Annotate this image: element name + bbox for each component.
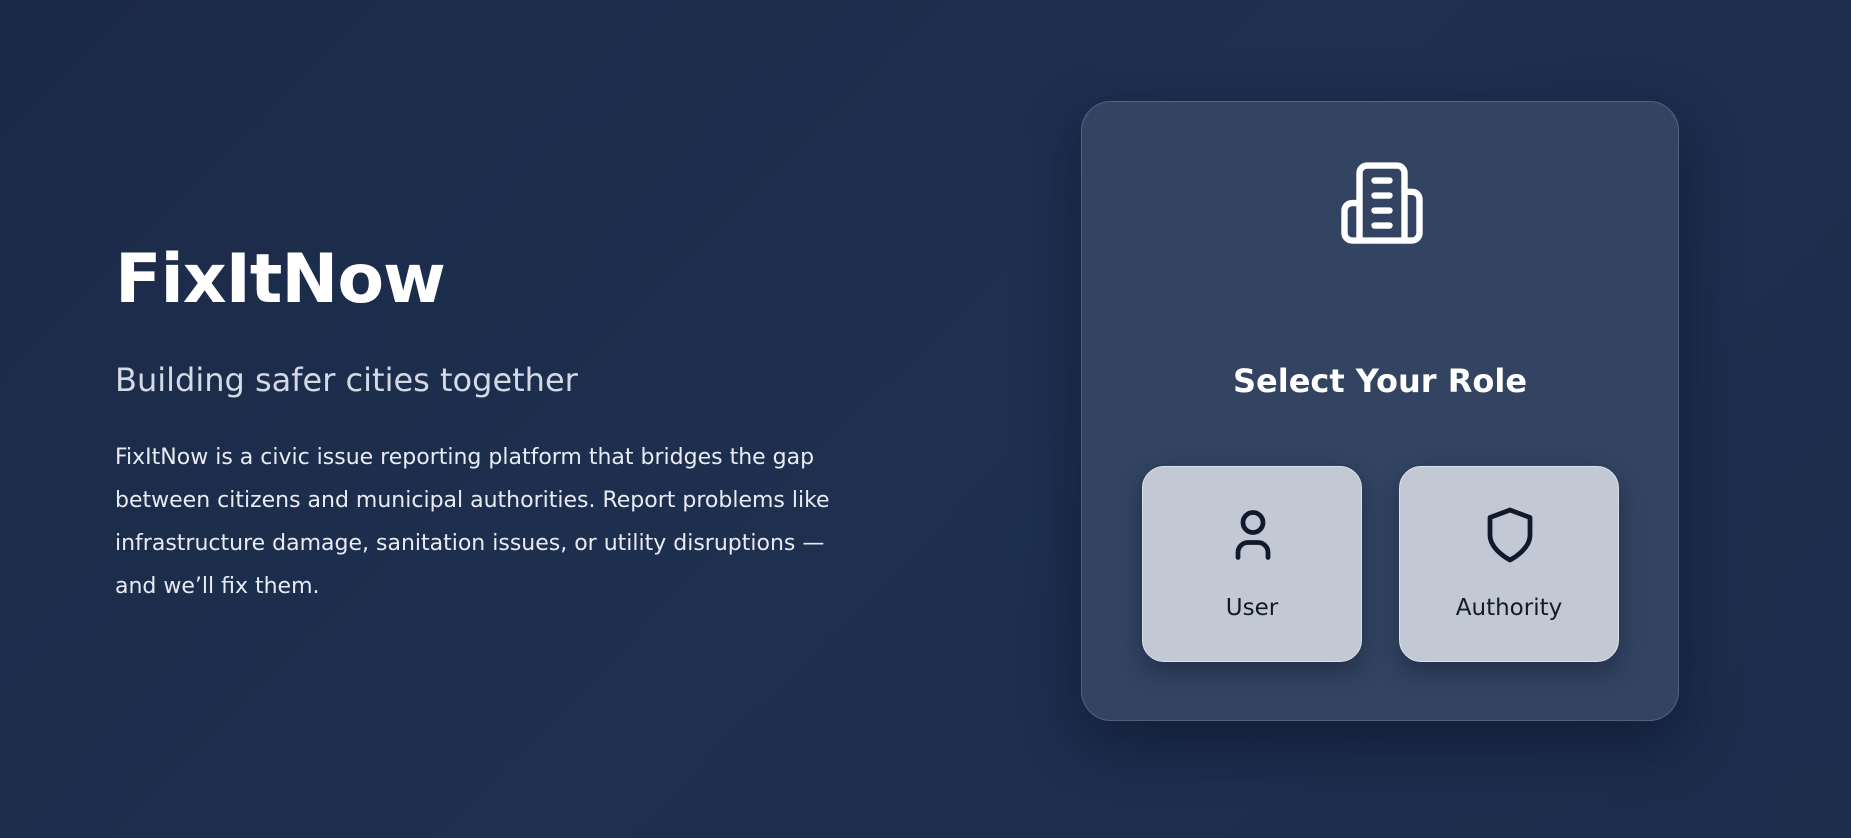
user-role-label: User [1225,595,1279,621]
hero-section: FixItNow Building safer cities together … [115,240,855,608]
shield-icon [1480,505,1540,565]
app-description: FixItNow is a civic issue reporting plat… [115,445,830,599]
building-icon [1337,158,1427,248]
landing-page: FixItNow Building safer cities together … [0,0,1851,838]
app-title: FixItNow [115,240,446,319]
authority-role-label: Authority [1455,595,1563,621]
role-selection-card: Select Your Role User Authority [1081,101,1679,721]
user-icon [1223,505,1283,565]
app-tagline: Building safer cities together [115,361,578,399]
role-selection-title: Select Your Role [1232,362,1528,400]
authority-role-button[interactable]: Authority [1399,466,1619,662]
user-role-button[interactable]: User [1142,466,1362,662]
